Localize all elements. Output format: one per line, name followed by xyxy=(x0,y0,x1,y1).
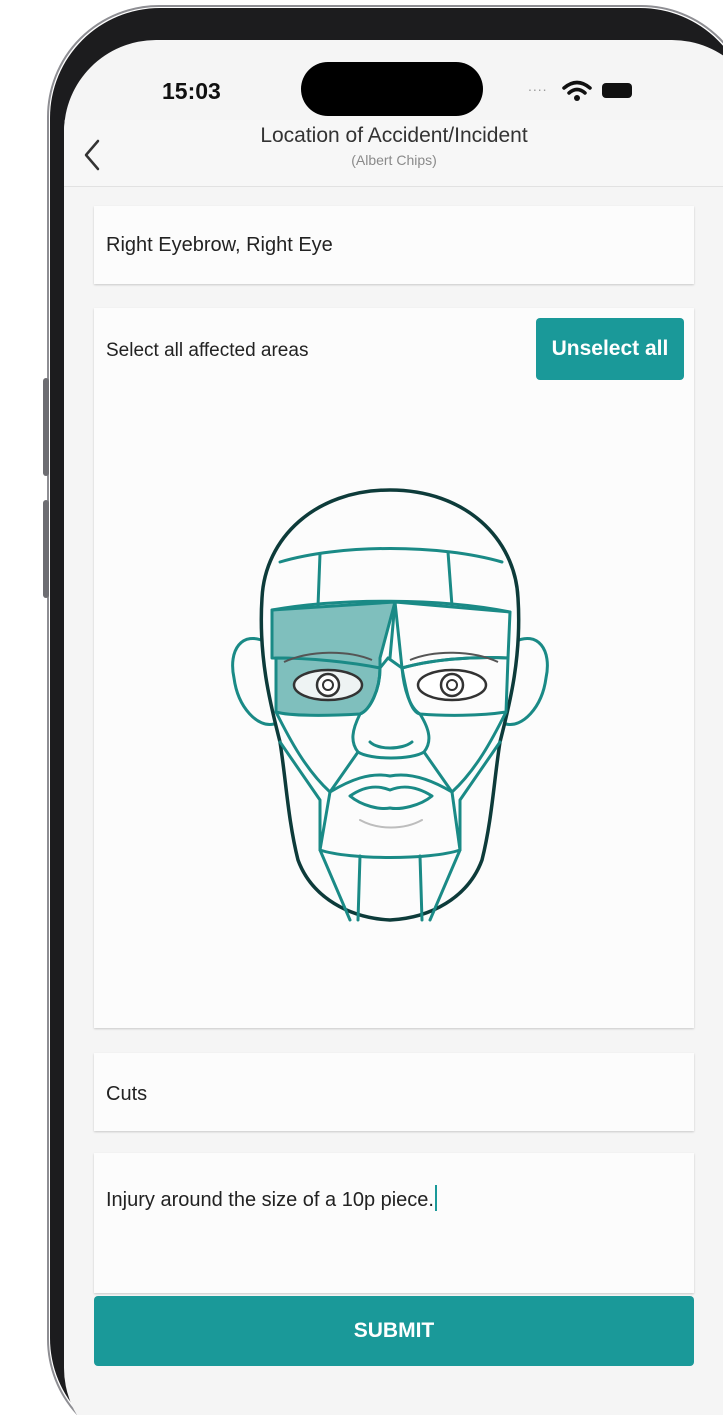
back-button[interactable] xyxy=(82,134,112,174)
page-title: Location of Accident/Incident xyxy=(260,124,528,147)
battery-icon xyxy=(602,83,632,98)
submit-button[interactable]: SUBMIT xyxy=(94,1296,694,1366)
notes-content: Injury around the size of a 10p piece. xyxy=(106,1185,437,1212)
nav-header: Location of Accident/Incident (Albert Ch… xyxy=(64,120,723,187)
cellular-signal-indicator: .... xyxy=(528,78,548,94)
volume-down-button xyxy=(43,500,49,598)
chevron-left-icon xyxy=(84,139,100,171)
phone-screen: 15:03 .... Location of Accident/Incident… xyxy=(64,40,723,1415)
location-field[interactable]: Right Eyebrow, Right Eye xyxy=(94,206,694,284)
body-map-label: Select all affected areas xyxy=(106,340,309,361)
volume-up-button xyxy=(43,378,49,476)
status-time: 15:03 xyxy=(162,78,221,104)
injury-type-value: Cuts xyxy=(106,1083,148,1105)
injury-type-field[interactable]: Cuts xyxy=(94,1053,694,1131)
notes-textarea[interactable]: Injury around the size of a 10p piece. xyxy=(94,1153,694,1293)
notes-value: Injury around the size of a 10p piece. xyxy=(106,1189,434,1211)
body-map-card: Select all affected areas Unselect all xyxy=(94,308,694,1028)
wifi-icon xyxy=(562,80,592,101)
face-body-map[interactable] xyxy=(220,480,560,930)
unselect-all-button[interactable]: Unselect all xyxy=(536,318,684,380)
app-screenshot: 15:03 .... Location of Accident/Incident… xyxy=(0,0,723,1415)
page-subtitle: (Albert Chips) xyxy=(351,152,437,168)
location-value: Right Eyebrow, Right Eye xyxy=(106,234,333,256)
dynamic-island xyxy=(301,62,483,116)
text-cursor xyxy=(435,1185,437,1211)
